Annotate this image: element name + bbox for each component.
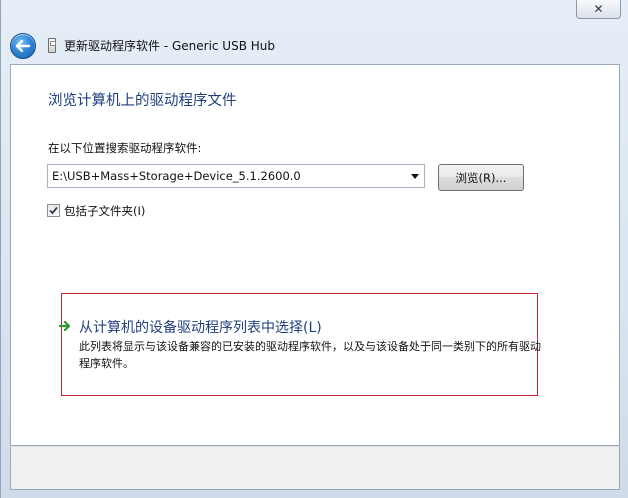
browse-button[interactable]: 浏览(R)... — [438, 164, 524, 191]
window-frame: ✕ 更新驱动程序软件 - Generic USB Hub 浏览计算机上的驱动程序… — [0, 0, 628, 498]
pick-from-list-link[interactable]: 从计算机的设备驱动程序列表中选择(L) — [79, 317, 322, 337]
content-panel: 浏览计算机上的驱动程序文件 在以下位置搜索驱动程序软件: E:\USB+Mass… — [10, 64, 620, 446]
close-icon: ✕ — [593, 2, 604, 16]
dialog-footer — [10, 446, 620, 490]
navigation-bar: 更新驱动程序软件 - Generic USB Hub — [1, 30, 628, 62]
page-heading: 浏览计算机上的驱动程序文件 — [48, 93, 237, 109]
window-caption-strip — [9, 6, 43, 20]
back-arrow-icon — [16, 40, 30, 52]
green-arrow-icon — [59, 320, 71, 332]
close-button[interactable]: ✕ — [576, 0, 621, 19]
back-button[interactable] — [10, 33, 36, 59]
dropdown-arrow-icon[interactable] — [406, 165, 424, 187]
usb-device-icon — [48, 38, 56, 53]
search-path-combobox[interactable]: E:\USB+Mass+Storage+Device_5.1.2600.0 — [47, 164, 425, 188]
include-subfolders-label: 包括子文件夹(I) — [64, 204, 146, 218]
pick-from-list-description: 此列表将显示与该设备兼容的已安装的驱动程序软件，以及与该设备处于同一类别下的所有… — [79, 340, 541, 370]
search-location-label: 在以下位置搜索驱动程序软件: — [48, 141, 202, 155]
include-subfolders-checkbox[interactable] — [47, 204, 60, 217]
checkmark-icon — [49, 206, 58, 215]
window-title: 更新驱动程序软件 - Generic USB Hub — [64, 39, 276, 53]
search-path-value[interactable]: E:\USB+Mass+Storage+Device_5.1.2600.0 — [52, 169, 301, 183]
